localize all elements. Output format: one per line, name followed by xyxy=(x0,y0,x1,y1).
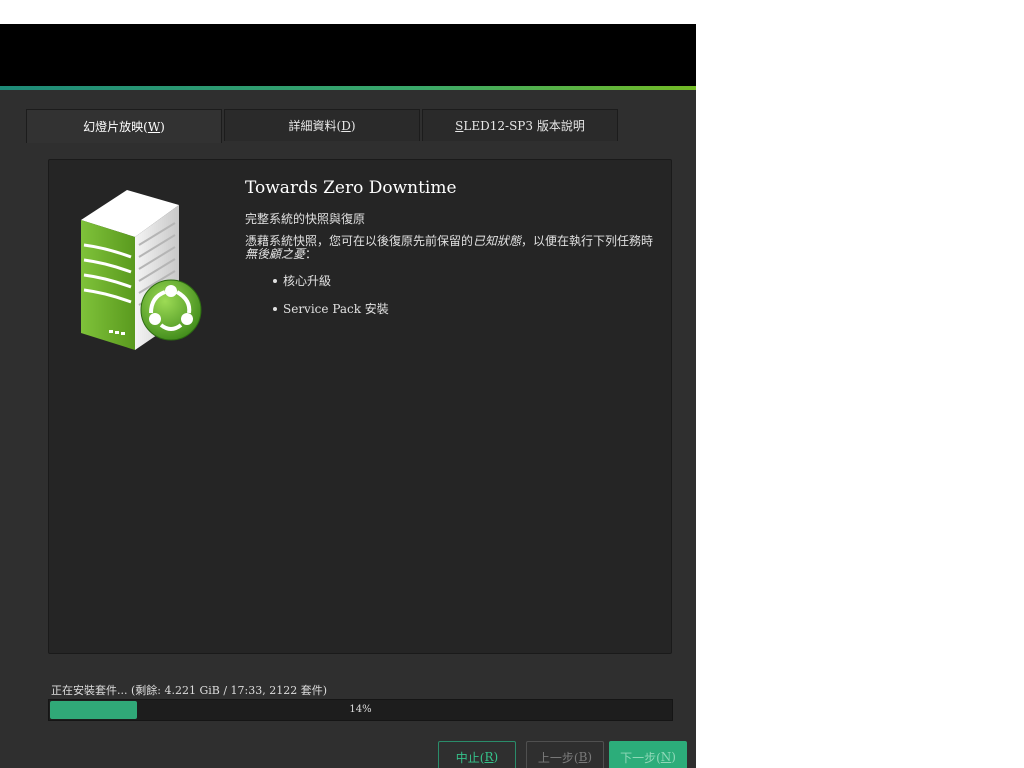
tab-slideshow-hotkey: W xyxy=(147,119,161,134)
bullet-icon xyxy=(273,306,277,311)
next-label-prefix: 下一步( xyxy=(620,750,661,765)
back-hotkey: B xyxy=(578,750,588,764)
desc-text-1: 憑藉系統快照，您可在以後復原先前保留的 xyxy=(245,234,474,248)
header-accent-line xyxy=(0,86,696,90)
installer-header xyxy=(0,24,696,86)
desc-text-3: ： xyxy=(305,247,318,261)
progress-percent-label: 14% xyxy=(349,704,372,715)
bullet-text: Service Pack 安裝 xyxy=(283,302,389,316)
tab-bar: 幻燈片放映(W) 詳細資料(D) S LED12-SP3 版本說明 xyxy=(26,109,620,143)
bullet-text: 核心升級 xyxy=(283,274,332,288)
list-item: Service Pack 安裝 xyxy=(273,300,389,317)
desc-emphasis-1: 已知狀態 xyxy=(473,234,522,248)
tab-details-label-suffix: ) xyxy=(350,118,356,133)
back-button[interactable]: 上一步(B) xyxy=(526,741,604,768)
back-label-suffix: ) xyxy=(587,750,593,764)
bullet-icon xyxy=(273,278,277,283)
tab-slideshow-label-prefix: 幻燈片放映( xyxy=(83,120,148,134)
list-item: 核心升級 xyxy=(273,272,389,289)
desc-text-2: ，以便在執行下列任務時 xyxy=(521,234,654,248)
tab-details[interactable]: 詳細資料(D) xyxy=(224,109,420,141)
desc-emphasis-2: 無後顧之憂 xyxy=(245,247,306,261)
slide-description: 憑藉系統快照，您可在以後復原先前保留的已知狀態，以便在執行下列任務時無後顧之憂： xyxy=(245,235,665,261)
abort-hotkey: R xyxy=(484,750,494,764)
next-button[interactable]: 下一步(N) xyxy=(609,741,687,768)
next-hotkey: N xyxy=(660,750,672,764)
slide-title: Towards Zero Downtime xyxy=(245,178,457,198)
tab-release-notes-label-suffix: LED12-SP3 版本說明 xyxy=(463,119,585,133)
tab-details-hotkey: D xyxy=(341,118,351,133)
abort-label-prefix: 中止( xyxy=(455,750,485,765)
tab-release-notes-hotkey: S xyxy=(455,118,464,133)
install-progress-bar: 14% xyxy=(48,699,673,721)
slide-subtitle: 完整系統的快照與復原 xyxy=(245,212,366,226)
slide-bullet-list: 核心升級 Service Pack 安裝 xyxy=(273,272,389,328)
next-label-suffix: ) xyxy=(671,750,676,764)
tab-release-notes[interactable]: S LED12-SP3 版本說明 xyxy=(422,109,618,141)
back-label-prefix: 上一步( xyxy=(537,750,579,765)
slideshow-panel: Towards Zero Downtime 完整系統的快照與復原 憑藉系統快照，… xyxy=(48,159,672,654)
tab-slideshow-label-suffix: ) xyxy=(160,119,165,134)
server-snapshot-icon xyxy=(81,190,202,350)
tab-details-label-prefix: 詳細資料( xyxy=(288,119,342,133)
installer-window: 幻燈片放映(W) 詳細資料(D) S LED12-SP3 版本說明 Towa… xyxy=(0,24,696,768)
install-status-text: 正在安裝套件... (剩餘: 4.221 GiB / 17:33, 2122 套… xyxy=(51,684,328,697)
tab-slideshow[interactable]: 幻燈片放映(W) xyxy=(26,109,222,143)
abort-button[interactable]: 中止(R) xyxy=(438,741,516,768)
abort-label-suffix: ) xyxy=(493,750,499,764)
